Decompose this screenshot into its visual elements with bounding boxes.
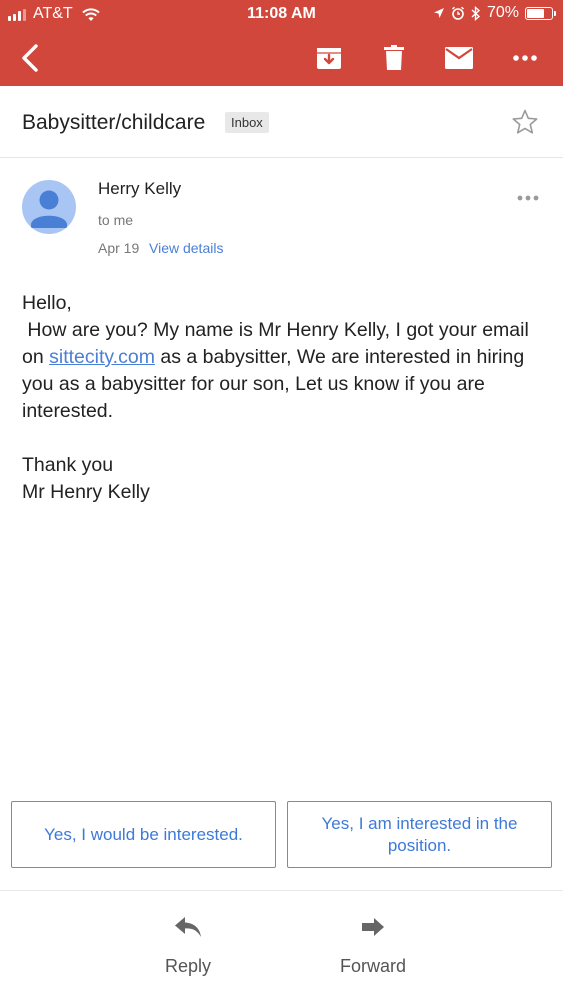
more-horizontal-icon[interactable] [507, 40, 543, 76]
mail-icon[interactable] [441, 40, 477, 76]
divider [0, 890, 563, 891]
forward-label: Forward [339, 956, 406, 976]
status-right: 70% [433, 4, 556, 22]
body-spacer [22, 425, 542, 452]
email-subject: Babysitter/childcare [22, 111, 206, 134]
body-link[interactable]: sittecity.com [49, 346, 155, 368]
battery-percent: 70% [486, 4, 519, 21]
email-date: Apr 19 [98, 240, 140, 256]
body-signature: Mr Henry Kelly [22, 481, 150, 503]
avatar[interactable] [22, 180, 76, 234]
smart-reply-button[interactable]: Yes, I would be interested. [11, 801, 276, 868]
star-icon[interactable] [511, 108, 539, 141]
reply-button[interactable]: Reply [138, 912, 238, 977]
forward-button[interactable]: Forward [323, 912, 423, 977]
trash-icon[interactable] [376, 40, 412, 76]
location-icon [433, 8, 444, 18]
status-bar: AT&T 11:08 AM 70% [0, 0, 563, 30]
archive-icon[interactable] [311, 40, 347, 76]
subject-row: Babysitter/childcare Inbox [0, 86, 563, 158]
back-arrow-icon[interactable] [12, 40, 48, 76]
alarm-icon [451, 6, 464, 20]
person-icon [31, 190, 67, 228]
reply-icon [138, 912, 238, 942]
toolbar [0, 30, 563, 86]
label-chip-inbox[interactable]: Inbox [225, 112, 269, 133]
smart-reply-button[interactable]: Yes, I am interested in the position. [287, 801, 552, 868]
reply-label: Reply [164, 956, 212, 976]
sender-name: Herry Kelly [98, 179, 182, 198]
body-closing: Thank you [22, 454, 114, 476]
email-body: Hello, How are you? My name is Mr Henry … [22, 290, 542, 506]
view-details-link[interactable]: View details [149, 240, 223, 256]
app-header: AT&T 11:08 AM 70% [0, 0, 563, 86]
recipient-text: to me [98, 212, 134, 228]
battery-fill [527, 8, 544, 18]
forward-icon [323, 912, 423, 942]
body-paragraph: How are you? My name is Mr Henry Kelly, … [22, 317, 542, 425]
message-more-icon[interactable] [517, 188, 539, 206]
bluetooth-icon [471, 5, 481, 21]
body-greeting: Hello, [22, 292, 72, 314]
battery-icon [525, 6, 556, 20]
